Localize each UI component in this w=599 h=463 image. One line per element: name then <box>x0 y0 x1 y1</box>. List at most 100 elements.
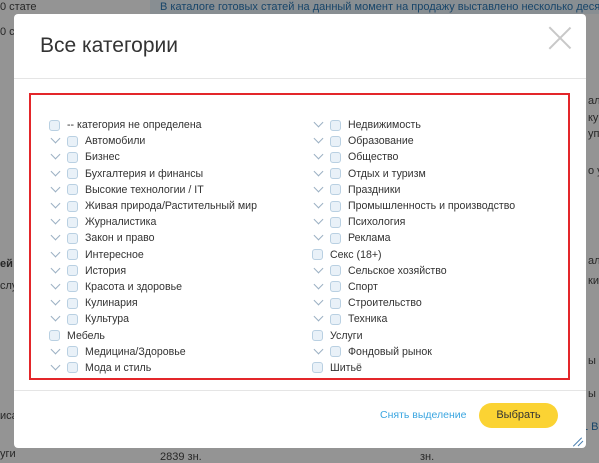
chevron-down-icon[interactable] <box>49 150 67 164</box>
chevron-down-icon[interactable] <box>49 215 67 229</box>
category-checkbox[interactable] <box>67 184 78 196</box>
category-checkbox[interactable] <box>330 313 341 325</box>
category-item[interactable]: Бухгалтерия и финансы <box>49 166 257 182</box>
chevron-down-icon[interactable] <box>312 231 330 245</box>
chevron-down-icon[interactable] <box>312 296 330 310</box>
category-item[interactable]: Техника <box>312 311 515 327</box>
category-checkbox[interactable] <box>67 232 78 244</box>
category-item[interactable]: Бизнес <box>49 149 257 165</box>
chevron-down-icon[interactable] <box>49 199 67 213</box>
category-checkbox[interactable] <box>67 313 78 325</box>
category-item[interactable]: Промышленность и производство <box>312 198 515 214</box>
chevron-down-icon[interactable] <box>312 167 330 181</box>
chevron-down-icon[interactable] <box>312 118 330 132</box>
category-item[interactable]: Образование <box>312 133 515 149</box>
category-item[interactable]: Автомобили <box>49 133 257 149</box>
category-item[interactable]: Живая природа/Растительный мир <box>49 198 257 214</box>
category-checkbox[interactable] <box>330 135 341 147</box>
category-checkbox[interactable] <box>330 216 341 228</box>
chevron-down-icon[interactable] <box>312 312 330 326</box>
category-checkbox[interactable] <box>67 297 78 309</box>
category-item[interactable]: Закон и право <box>49 230 257 246</box>
category-item[interactable]: -- категория не определена <box>49 117 257 133</box>
close-icon[interactable] <box>547 25 573 51</box>
category-checkbox[interactable] <box>67 216 78 228</box>
category-checkbox[interactable] <box>330 168 341 180</box>
category-checkbox[interactable] <box>67 265 78 277</box>
category-checkbox[interactable] <box>67 200 78 212</box>
category-checkbox[interactable] <box>49 119 60 131</box>
category-item[interactable]: Кулинария <box>49 295 257 311</box>
category-checkbox[interactable] <box>67 151 78 163</box>
category-checkbox[interactable] <box>312 249 323 261</box>
category-item[interactable]: Строительство <box>312 295 515 311</box>
category-checkbox[interactable] <box>67 346 78 358</box>
category-checkbox[interactable] <box>330 346 341 358</box>
category-label: Услуги <box>330 329 363 342</box>
chevron-down-icon[interactable] <box>312 215 330 229</box>
category-item[interactable]: Недвижимость <box>312 117 515 133</box>
category-item[interactable]: Отдых и туризм <box>312 166 515 182</box>
category-checkbox[interactable] <box>67 135 78 147</box>
category-item[interactable]: История <box>49 263 257 279</box>
category-checkbox[interactable] <box>330 297 341 309</box>
chevron-down-icon[interactable] <box>49 134 67 148</box>
category-checkbox[interactable] <box>67 362 78 374</box>
category-item[interactable]: Медицина/Здоровье <box>49 344 257 360</box>
chevron-down-icon[interactable] <box>49 231 67 245</box>
category-item[interactable]: Спорт <box>312 279 515 295</box>
chevron-down-icon[interactable] <box>312 280 330 294</box>
chevron-down-icon[interactable] <box>49 312 67 326</box>
chevron-down-icon[interactable] <box>49 280 67 294</box>
category-item[interactable]: Шитьё <box>312 360 515 376</box>
select-button[interactable]: Выбрать <box>479 403 558 428</box>
category-item[interactable]: Мебель <box>49 327 257 343</box>
category-checkbox[interactable] <box>312 362 323 374</box>
clear-selection-button[interactable]: Снять выделение <box>380 409 466 421</box>
category-label: Отдых и туризм <box>348 167 426 180</box>
category-item[interactable]: Праздники <box>312 182 515 198</box>
category-checkbox[interactable] <box>49 330 60 342</box>
category-item[interactable]: Психология <box>312 214 515 230</box>
category-checkbox[interactable] <box>330 200 341 212</box>
category-item[interactable]: Фондовый рынок <box>312 344 515 360</box>
category-checkbox[interactable] <box>312 330 323 342</box>
chevron-down-icon[interactable] <box>49 248 67 262</box>
category-checkbox[interactable] <box>67 249 78 261</box>
chevron-down-icon[interactable] <box>49 167 67 181</box>
chevron-down-icon[interactable] <box>312 264 330 278</box>
category-item[interactable]: Общество <box>312 149 515 165</box>
category-item[interactable]: Высокие технологии / IT <box>49 182 257 198</box>
category-label: Психология <box>348 216 406 229</box>
category-checkbox[interactable] <box>330 151 341 163</box>
chevron-down-icon[interactable] <box>49 296 67 310</box>
chevron-down-icon[interactable] <box>312 183 330 197</box>
category-item[interactable]: Реклама <box>312 230 515 246</box>
category-item[interactable]: Журналистика <box>49 214 257 230</box>
category-checkbox[interactable] <box>67 168 78 180</box>
chevron-down-icon[interactable] <box>49 183 67 197</box>
category-item[interactable]: Услуги <box>312 327 515 343</box>
category-checkbox[interactable] <box>330 281 341 293</box>
resize-handle-icon[interactable] <box>574 436 584 446</box>
chevron-down-icon[interactable] <box>49 345 67 359</box>
chevron-down-icon[interactable] <box>312 345 330 359</box>
category-item[interactable]: Секс (18+) <box>312 247 515 263</box>
category-item[interactable]: Культура <box>49 311 257 327</box>
chevron-down-icon[interactable] <box>49 361 67 375</box>
category-label: Общество <box>348 151 399 164</box>
category-item[interactable]: Интересное <box>49 247 257 263</box>
category-checkbox[interactable] <box>330 265 341 277</box>
category-item[interactable]: Мода и стиль <box>49 360 257 376</box>
category-label: Кулинария <box>85 297 138 310</box>
chevron-down-icon[interactable] <box>312 134 330 148</box>
chevron-down-icon[interactable] <box>312 150 330 164</box>
chevron-down-icon[interactable] <box>312 199 330 213</box>
category-checkbox[interactable] <box>330 119 341 131</box>
category-checkbox[interactable] <box>330 184 341 196</box>
category-item[interactable]: Сельское хозяйство <box>312 263 515 279</box>
category-checkbox[interactable] <box>67 281 78 293</box>
chevron-down-icon[interactable] <box>49 264 67 278</box>
category-item[interactable]: Красота и здоровье <box>49 279 257 295</box>
category-checkbox[interactable] <box>330 232 341 244</box>
